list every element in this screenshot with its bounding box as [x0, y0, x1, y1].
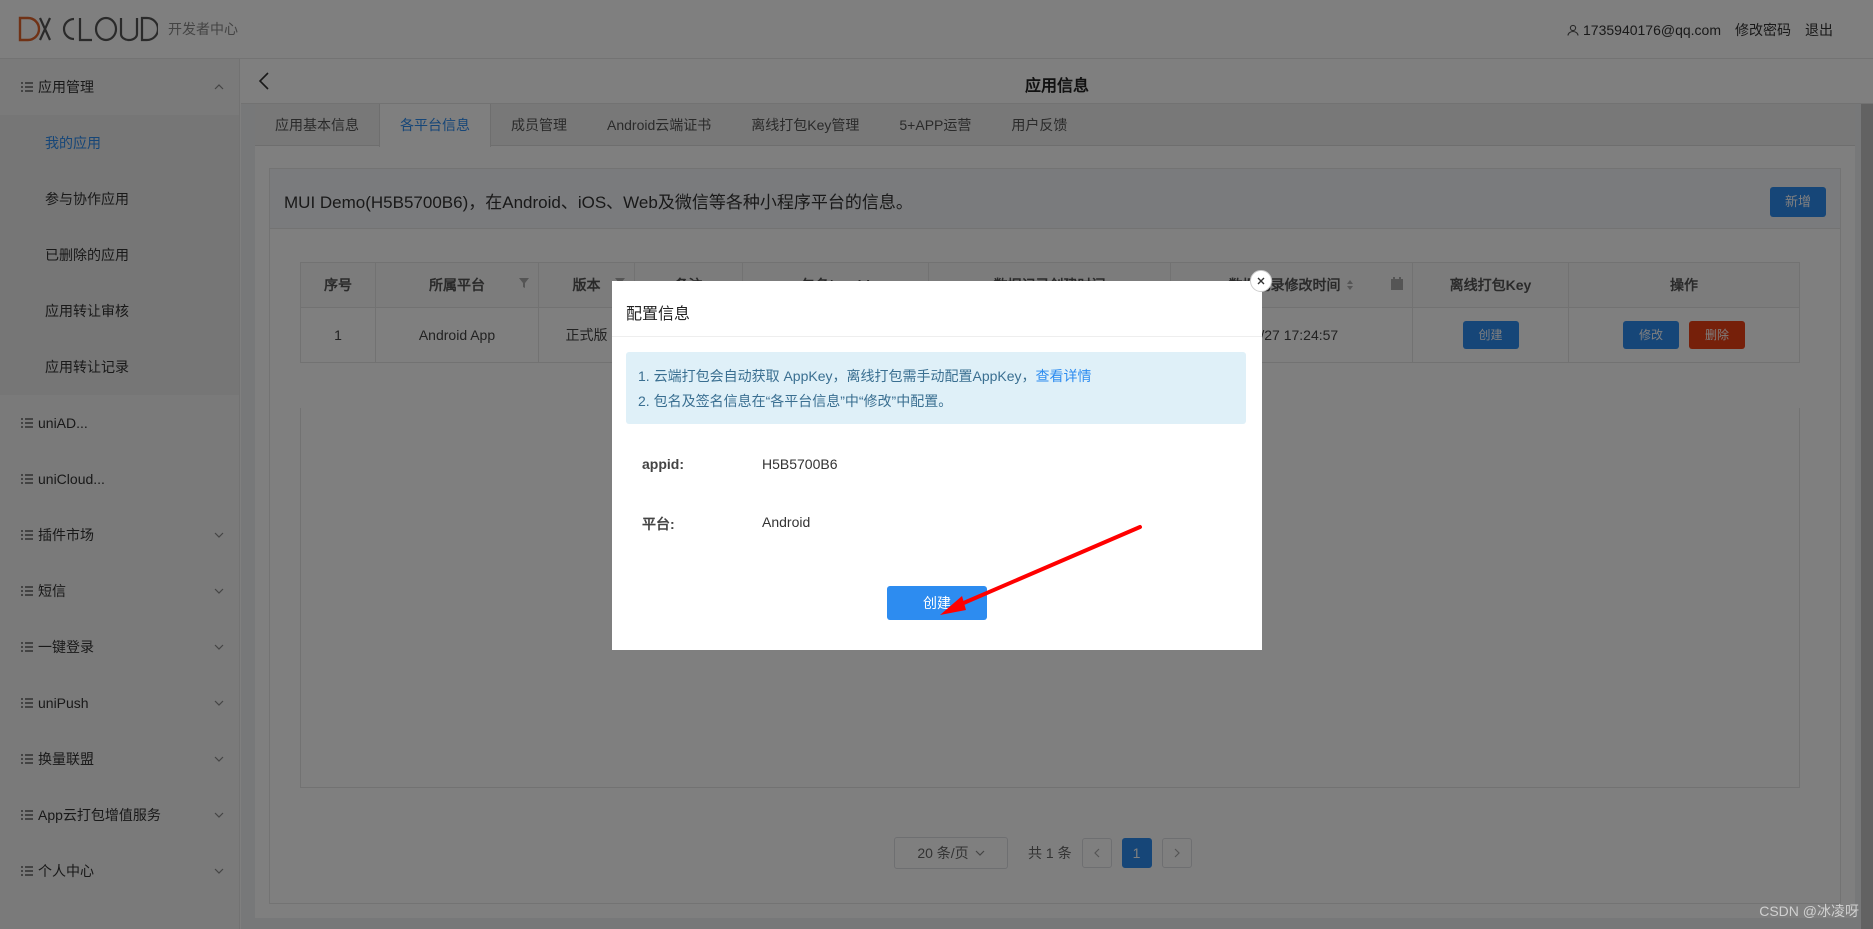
create-button[interactable]: 创建 — [887, 586, 987, 620]
appid-row: appid: H5B5700B6 — [642, 456, 838, 472]
platform-row: 平台: Android — [642, 514, 810, 534]
watermark: CSDN @冰凌呀 — [1759, 903, 1859, 919]
appid-label: appid: — [642, 456, 684, 472]
platform-label: 平台: — [642, 516, 675, 532]
notice-line-2: 2. 包名及签名信息在“各平台信息”中“修改”中配置。 — [638, 393, 953, 409]
info-notice: 1. 云端打包会自动获取 AppKey，离线打包需手动配置AppKey，查看详情… — [626, 352, 1246, 424]
config-info-modal: 配置信息 1. 云端打包会自动获取 AppKey，离线打包需手动配置AppKey… — [612, 270, 1272, 650]
modal-header: 配置信息 — [612, 281, 1262, 337]
notice-line-1-text: 1. 云端打包会自动获取 AppKey，离线打包需手动配置AppKey， — [638, 368, 1036, 384]
notice-line-1: 1. 云端打包会自动获取 AppKey，离线打包需手动配置AppKey，查看详情 — [638, 364, 1234, 389]
appid-value: H5B5700B6 — [762, 456, 838, 472]
modal-title: 配置信息 — [626, 306, 691, 323]
view-details-link[interactable]: 查看详情 — [1036, 368, 1092, 384]
platform-value: Android — [762, 514, 811, 530]
close-icon[interactable] — [1250, 270, 1272, 292]
